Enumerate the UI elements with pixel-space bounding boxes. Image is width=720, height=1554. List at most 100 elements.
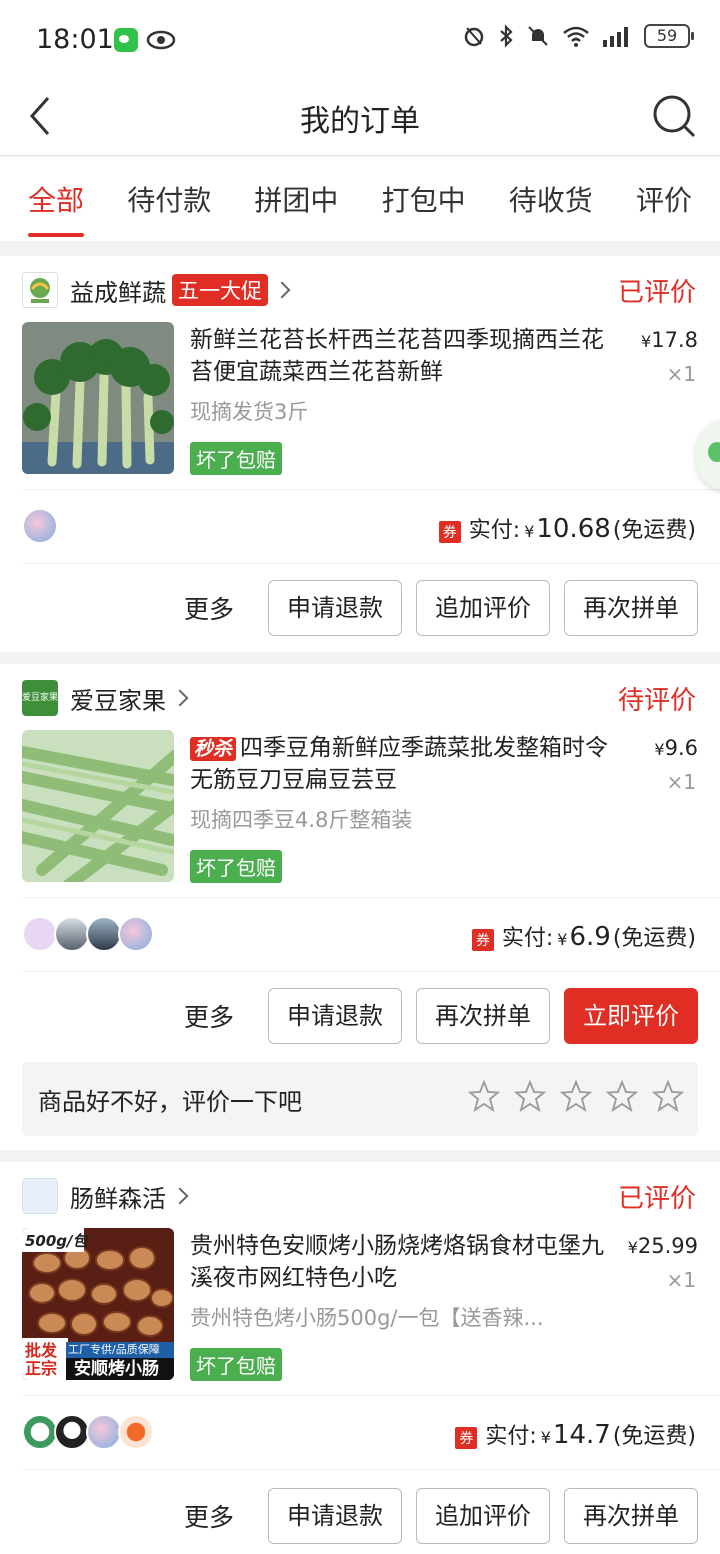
image-tag-left: 批发正宗 [25,1341,58,1378]
more-button[interactable]: 更多 [184,998,234,1034]
order-status: 待评价 [617,686,696,716]
divider [22,489,720,490]
image-tag-main: 安顺烤小肠 [74,1359,159,1379]
paid-amount: 14.7 [552,1420,611,1450]
divider [22,563,720,564]
group-avatars[interactable] [22,916,154,952]
product-price: ¥9.6 [654,736,698,760]
shop-name: 肠鲜森活 [70,1184,166,1213]
status-time: 18:01 [36,24,114,55]
order-tabs: 全部 待付款 拼团中 打包中 待收货 评价 [0,157,720,241]
product-image[interactable] [22,730,174,882]
product-image[interactable]: 500g/包 批发正宗 工厂专供/品质保障 安顺烤小肠 [22,1228,174,1380]
status-bar: 18:01 59 [0,0,720,80]
shipping-note: (免运费) [612,1424,696,1449]
group-avatars[interactable] [22,1414,154,1450]
shipping-note: (免运费) [612,926,696,951]
product-title[interactable]: 新鲜兰花苔长杆西兰花苔四季现摘西兰花苔便宜蔬菜西兰花苔新鲜 [190,324,615,388]
order-card: 益成鲜蔬 五一大促 已评价 新鲜兰花苔长杆西兰花苔四季现摘西兰花苔便宜蔬菜西兰花… [0,256,720,652]
reorder-button[interactable]: 再次拼单 [416,988,550,1044]
paid-summary: 券 实付: ¥10.68 (免运费) [438,512,696,544]
shop-header[interactable]: 爱豆家果 爱豆家果 [22,678,189,718]
avatar [54,1414,90,1450]
shop-header[interactable]: 肠鲜森活 [22,1176,189,1216]
product-qty: ×1 [666,1268,696,1292]
battery-icon: 59 [644,24,694,48]
paid-summary: 券 实付: ¥6.9 (免运费) [471,920,696,952]
tab-packing[interactable]: 打包中 [382,157,466,241]
promo-tag: 五一大促 [172,274,268,306]
avatar [118,916,154,952]
reorder-button[interactable]: 再次拼单 [564,580,698,636]
paid-label: 实付: [468,518,521,543]
order-actions: 更多 申请退款 追加评价 再次拼单 [184,1488,698,1544]
product-title[interactable]: 秒杀 四季豆角新鲜应季蔬菜批发整箱时令无筋豆刀豆扁豆芸豆 [190,732,615,796]
review-prompt: 商品好不好，评价一下吧 [38,1088,302,1116]
star-outline-icon[interactable] [606,1080,638,1112]
shop-logo [22,272,58,308]
star-outline-icon[interactable] [468,1080,500,1112]
chevron-right-icon [171,1187,189,1205]
star-outline-icon[interactable] [652,1080,684,1112]
wifi-icon [563,26,589,47]
tab-pending-payment[interactable]: 待付款 [127,157,211,241]
product-image[interactable] [22,322,174,474]
add-review-button[interactable]: 追加评价 [416,1488,550,1544]
order-card: 肠鲜森活 已评价 500g/包 批发正宗 工厂专供/品质保障 安顺烤小肠 贵州特… [0,1162,720,1554]
avatar [86,1414,122,1450]
shop-logo [22,1178,58,1214]
paid-summary: 券 实付: ¥14.7 (免运费) [455,1418,696,1450]
more-button[interactable]: 更多 [184,1498,234,1534]
avatar [22,1414,58,1450]
coupon-badge: 券 [455,1427,478,1449]
order-actions: 更多 申请退款 再次拼单 立即评价 [184,988,698,1044]
refund-button[interactable]: 申请退款 [268,988,402,1044]
refund-button[interactable]: 申请退款 [268,1488,402,1544]
avatar [86,916,122,952]
image-tag-right: 工厂专供/品质保障 [68,1343,160,1356]
star-outline-icon[interactable] [560,1080,592,1112]
shop-logo: 爱豆家果 [22,680,58,716]
paid-amount: 10.68 [536,514,611,544]
divider [22,1469,720,1470]
coupon-badge: 券 [471,929,494,951]
quick-review-box: 商品好不好，评价一下吧 [22,1062,698,1136]
eye-icon [146,30,176,50]
product-spec: 现摘发货3斤 [190,400,309,424]
refund-button[interactable]: 申请退款 [268,580,402,636]
bluetooth-icon [500,24,513,48]
paid-amount: 6.9 [569,922,611,952]
more-button[interactable]: 更多 [184,590,234,626]
reorder-button[interactable]: 再次拼单 [564,1488,698,1544]
tab-all[interactable]: 全部 [28,157,85,241]
paid-label: 实付: [501,926,554,951]
tab-group-buying[interactable]: 拼团中 [254,157,338,241]
divider [22,1395,720,1396]
star-rating [468,1080,684,1112]
tab-pending-receipt[interactable]: 待收货 [509,157,593,241]
chevron-right-icon [171,689,189,707]
product-title-text: 四季豆角新鲜应季蔬菜批发整箱时令无筋豆刀豆扁豆芸豆 [190,735,609,793]
product-spec: 现摘四季豆4.8斤整箱装 [190,808,413,832]
avatar [22,508,58,544]
group-avatars[interactable] [22,508,58,544]
shop-name: 爱豆家果 [70,686,166,715]
shop-header[interactable]: 益成鲜蔬 五一大促 [22,270,291,310]
tab-review[interactable]: 评价 [636,157,692,241]
seckill-badge: 秒杀 [190,737,237,761]
shop-name: 益成鲜蔬 [70,278,166,307]
page-title: 我的订单 [300,104,420,139]
order-status: 已评价 [617,1184,696,1214]
add-review-button[interactable]: 追加评价 [416,580,550,636]
product-qty: ×1 [666,770,696,794]
avatar [22,916,58,952]
guarantee-badge: 坏了包赔 [190,850,282,883]
review-now-button[interactable]: 立即评价 [564,988,698,1044]
order-card: 爱豆家果 爱豆家果 待评价 秒杀 四季豆角新鲜应季蔬菜批发整箱时令无筋豆刀豆扁豆芸… [0,664,720,1150]
search-icon[interactable] [650,92,698,140]
product-price: ¥25.99 [627,1234,698,1258]
product-qty: ×1 [666,362,696,386]
image-badge: 500g/包 [25,1232,88,1250]
star-outline-icon[interactable] [514,1080,546,1112]
product-title[interactable]: 贵州特色安顺烤小肠烧烤烙锅食材屯堡九溪夜市网红特色小吃 [190,1230,615,1294]
